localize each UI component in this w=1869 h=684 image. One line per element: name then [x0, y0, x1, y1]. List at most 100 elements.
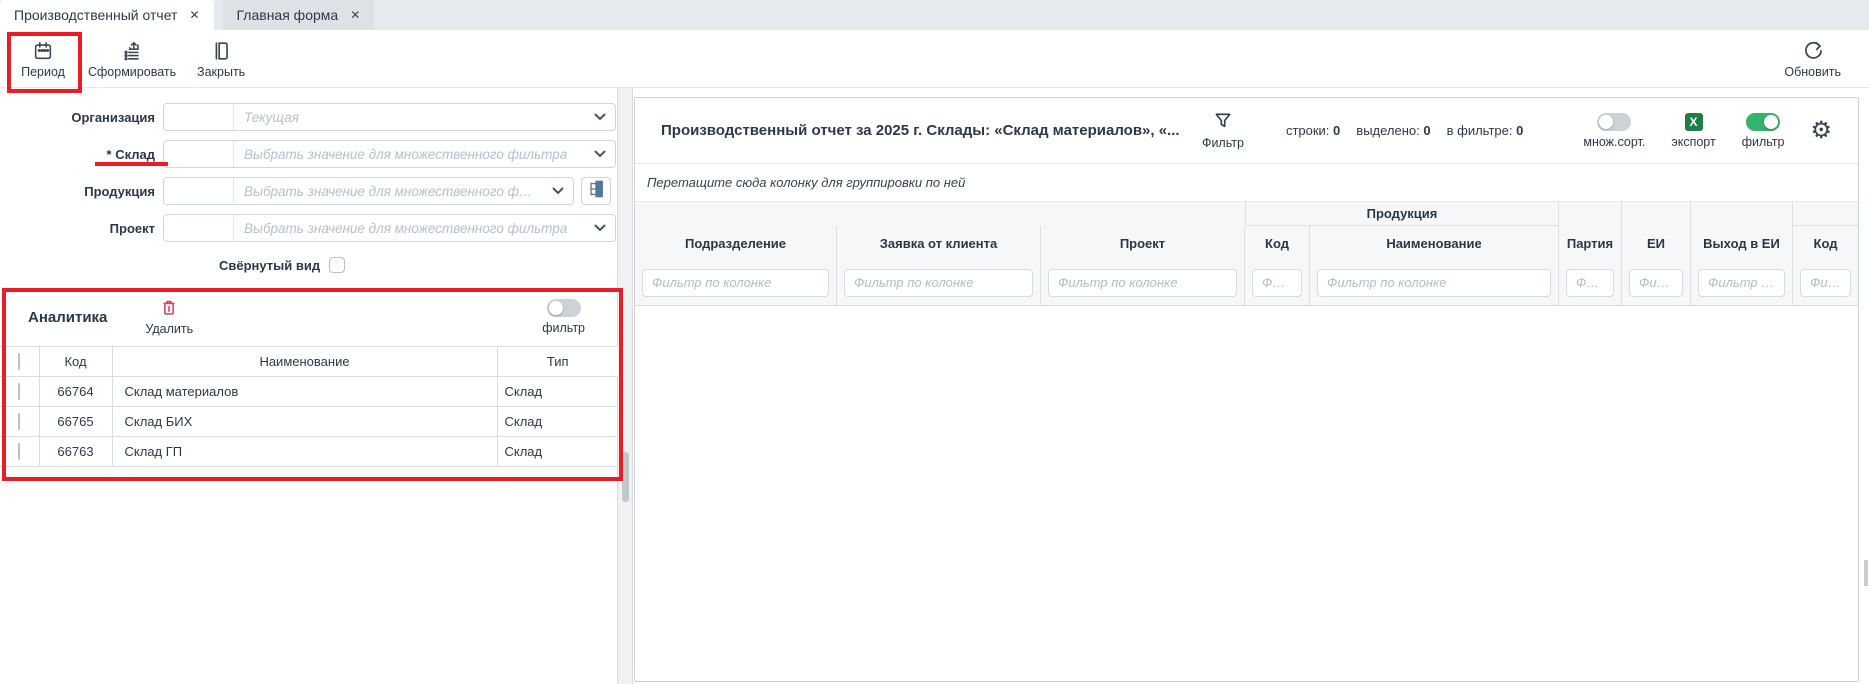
door-icon: [210, 40, 232, 62]
column-header-batch[interactable]: Партия: [1559, 226, 1622, 260]
filter-button[interactable]: Фильтр: [1202, 111, 1244, 150]
tab-main-form[interactable]: Главная форма ✕: [223, 0, 375, 30]
column-header-project[interactable]: Проект: [1041, 226, 1245, 260]
column-filter-input[interactable]: [642, 269, 829, 297]
chevron-down-icon[interactable]: [585, 150, 615, 158]
column-filter-input[interactable]: [1252, 269, 1302, 297]
column-filter-input[interactable]: [1317, 269, 1551, 297]
filter-cell: [1041, 260, 1245, 305]
column-header-output-in-unit[interactable]: Выход в ЕИ: [1691, 226, 1793, 260]
warehouse-input[interactable]: [234, 141, 585, 167]
analytics-filter-toggle-group: фильтр: [542, 299, 585, 335]
toggle-knob: [549, 301, 563, 315]
column-header-unit[interactable]: ЕИ: [1622, 226, 1691, 260]
toggle-knob: [1599, 115, 1613, 129]
delete-button[interactable]: Удалить: [145, 298, 193, 336]
row-checkbox[interactable]: [18, 443, 20, 460]
column-filter-input[interactable]: [1629, 269, 1683, 297]
chevron-down-icon[interactable]: [585, 113, 615, 121]
row-checkbox-cell: [0, 437, 39, 467]
column-filter-input[interactable]: [1800, 269, 1851, 297]
filter-cell: [1691, 260, 1793, 305]
row-checkbox-cell: [0, 377, 39, 407]
group-spacer: [635, 202, 1245, 226]
grid-body-empty: [635, 306, 1858, 682]
filter-cell: [1245, 260, 1310, 305]
project-code-input[interactable]: [164, 215, 234, 241]
close-icon[interactable]: ✕: [350, 8, 360, 22]
toolbar: Период Сформировать Закрыть: [0, 30, 1869, 88]
warehouse-code-input[interactable]: [164, 141, 234, 167]
grid-filter-toggle[interactable]: [1746, 113, 1780, 131]
chevron-down-icon[interactable]: [543, 187, 573, 195]
project-input[interactable]: [234, 215, 585, 241]
column-header-product-code[interactable]: Код: [1245, 226, 1310, 260]
row-checkbox[interactable]: [18, 383, 20, 400]
cell-name: Склад БИХ: [112, 407, 497, 437]
analytics-filter-label: фильтр: [542, 321, 585, 335]
row-checkbox-cell: [0, 407, 39, 437]
products-label: Продукция: [0, 184, 155, 199]
field-row-organization: Организация: [0, 103, 617, 131]
table-row[interactable]: 66765 Склад БИХ Склад: [0, 407, 618, 437]
generate-button[interactable]: Сформировать: [78, 37, 186, 81]
column-filter-input[interactable]: [1698, 269, 1785, 297]
tab-bar: Производственный отчет ✕ Главная форма ✕: [0, 0, 1869, 30]
period-label: Период: [21, 65, 65, 79]
analytics-filter-toggle[interactable]: [547, 299, 581, 317]
refresh-icon: [1802, 40, 1824, 62]
collapsed-view-row: Свёрнутый вид: [219, 256, 617, 274]
table-row[interactable]: 66764 Склад материалов Склад: [0, 377, 618, 407]
grid-controls: множ.сорт. X экспорт фильтр: [1583, 113, 1784, 149]
organization-input[interactable]: [234, 104, 585, 130]
products-code-input[interactable]: [164, 178, 234, 204]
export-button[interactable]: X экспорт: [1671, 113, 1715, 149]
report-header: Производственный отчет за 2025 г. Склады…: [635, 98, 1858, 164]
products-input[interactable]: [234, 178, 543, 204]
report-area: Производственный отчет за 2025 г. Склады…: [633, 88, 1869, 684]
grid-stats: строки: 0 выделено: 0 в фильтре: 0: [1286, 123, 1523, 138]
warehouse-label: * Склад: [0, 147, 155, 162]
column-header-division[interactable]: Подразделение: [635, 226, 837, 260]
scrollbar-thumb[interactable]: [622, 452, 629, 502]
calendar-icon: [32, 40, 54, 62]
right-scrollbar-thumb[interactable]: [1864, 560, 1868, 586]
close-form-button[interactable]: Закрыть: [186, 37, 256, 81]
project-label: Проект: [0, 221, 155, 236]
column-header-code2[interactable]: Код: [1793, 226, 1858, 260]
column-filter-input[interactable]: [844, 269, 1033, 297]
tab-production-report[interactable]: Производственный отчет ✕: [0, 0, 214, 30]
column-header-client-request[interactable]: Заявка от клиента: [837, 226, 1041, 260]
row-checkbox[interactable]: [18, 413, 20, 430]
group-by-bar[interactable]: Перетащите сюда колонку для группировки …: [635, 164, 1858, 202]
multisort-toggle[interactable]: [1597, 113, 1631, 131]
analytics-table: Код Наименование Тип 66764 Склад материа…: [0, 346, 618, 467]
gear-icon[interactable]: ⚙: [1810, 119, 1832, 143]
group-spacer: [1622, 202, 1691, 226]
chevron-down-icon[interactable]: [585, 224, 615, 232]
organization-field: [163, 103, 616, 131]
field-row-project: Проект: [0, 214, 617, 242]
left-panel-scrollbar[interactable]: [618, 88, 633, 684]
column-filter-input[interactable]: [1048, 269, 1237, 297]
filter-cell: [1622, 260, 1691, 305]
collapsed-view-checkbox[interactable]: [329, 257, 345, 273]
column-header-name: Наименование: [112, 347, 497, 377]
funnel-icon: [1213, 111, 1233, 134]
select-all-checkbox[interactable]: [18, 353, 20, 370]
group-spacer: [1691, 202, 1793, 226]
multisort-label: множ.сорт.: [1583, 135, 1645, 149]
export-label: экспорт: [1671, 135, 1715, 149]
close-icon[interactable]: ✕: [189, 8, 199, 22]
cell-code: 66765: [39, 407, 112, 437]
organization-code-input[interactable]: [164, 104, 234, 130]
period-button[interactable]: Период: [8, 37, 78, 81]
excel-icon: X: [1685, 113, 1703, 131]
table-row[interactable]: 66763 Склад ГП Склад: [0, 437, 618, 467]
column-header-product-name[interactable]: Наименование: [1310, 226, 1559, 260]
column-filter-input[interactable]: [1566, 269, 1614, 297]
cell-type: Склад: [497, 407, 618, 437]
hierarchy-tree-button[interactable]: [581, 177, 611, 205]
refresh-button[interactable]: Обновить: [1774, 37, 1851, 81]
report-title: Производственный отчет за 2025 г. Склады…: [661, 122, 1202, 139]
